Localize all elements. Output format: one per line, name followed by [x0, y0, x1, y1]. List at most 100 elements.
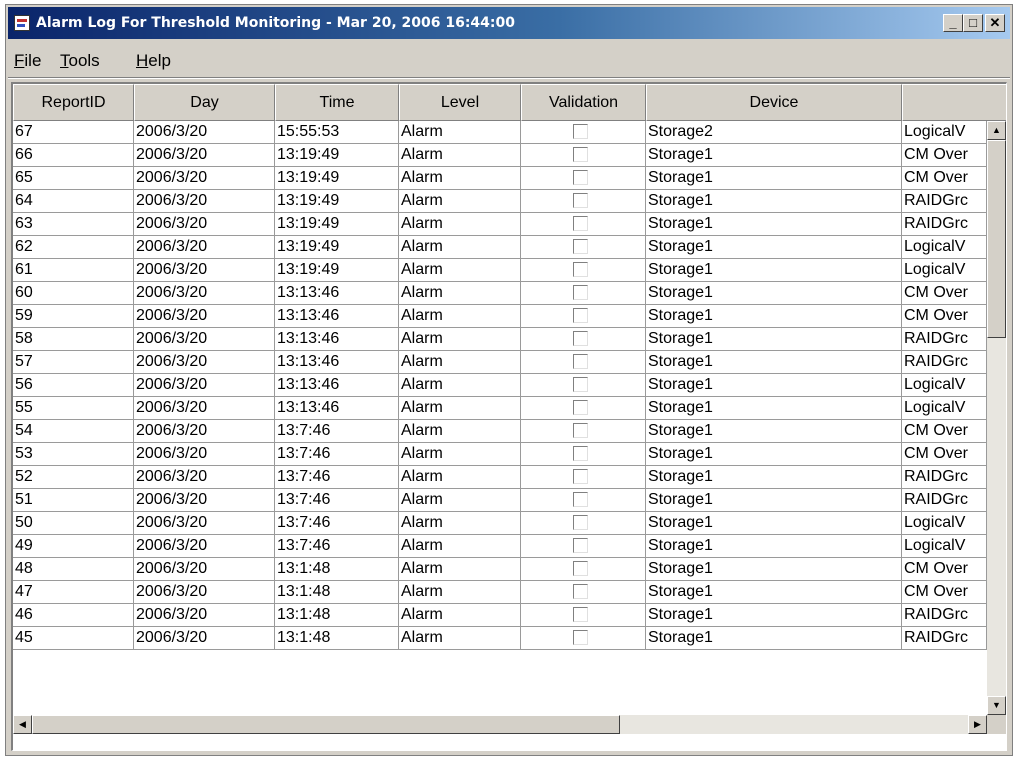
cell-validation [521, 282, 646, 305]
table-row[interactable]: 52 2006/3/20 13:7:46 Alarm Storage1 RAIDGrc [13, 466, 987, 489]
validation-checkbox[interactable] [573, 170, 588, 185]
title-bar[interactable]: Alarm Log For Threshold Monitoring - Mar… [8, 7, 1010, 39]
validation-checkbox[interactable] [573, 561, 588, 576]
validation-checkbox[interactable] [573, 285, 588, 300]
validation-checkbox[interactable] [573, 423, 588, 438]
table-row[interactable]: 45 2006/3/20 13:1:48 Alarm Storage1 RAIDGrc [13, 627, 987, 650]
menu-help[interactable]: Help [136, 51, 171, 71]
cell-report-id: 51 [13, 489, 134, 512]
table-row[interactable]: 56 2006/3/20 13:13:46 Alarm Storage1 LogicalV [13, 374, 987, 397]
scroll-right-button[interactable]: ▶ [968, 715, 987, 734]
validation-checkbox[interactable] [573, 216, 588, 231]
table-row[interactable]: 58 2006/3/20 13:13:46 Alarm Storage1 RAIDGrc [13, 328, 987, 351]
validation-checkbox[interactable] [573, 400, 588, 415]
column-header-day[interactable]: Day [134, 84, 275, 121]
table-row[interactable]: 49 2006/3/20 13:7:46 Alarm Storage1 LogicalV [13, 535, 987, 558]
cell-report-id: 46 [13, 604, 134, 627]
scroll-down-button[interactable]: ▼ [987, 696, 1006, 715]
cell-day: 2006/3/20 [134, 328, 275, 351]
table-row[interactable]: 61 2006/3/20 13:19:49 Alarm Storage1 LogicalV [13, 259, 987, 282]
cell-report-id: 58 [13, 328, 134, 351]
cell-extra: RAIDGrc [902, 489, 987, 512]
vertical-scrollbar[interactable]: ▲ ▼ [987, 121, 1006, 715]
cell-validation [521, 627, 646, 650]
cell-time: 13:19:49 [275, 190, 399, 213]
table-row[interactable]: 48 2006/3/20 13:1:48 Alarm Storage1 CM Over [13, 558, 987, 581]
scroll-up-button[interactable]: ▲ [987, 121, 1006, 140]
horizontal-scroll-thumb[interactable] [32, 715, 620, 734]
cell-report-id: 62 [13, 236, 134, 259]
cell-report-id: 57 [13, 351, 134, 374]
cell-validation [521, 374, 646, 397]
table-row[interactable]: 65 2006/3/20 13:19:49 Alarm Storage1 CM Over [13, 167, 987, 190]
column-header-device[interactable]: Device [646, 84, 902, 121]
cell-extra: RAIDGrc [902, 604, 987, 627]
validation-checkbox[interactable] [573, 331, 588, 346]
table-row[interactable]: 55 2006/3/20 13:13:46 Alarm Storage1 LogicalV [13, 397, 987, 420]
validation-checkbox[interactable] [573, 354, 588, 369]
cell-level: Alarm [399, 397, 521, 420]
column-header-validation[interactable]: Validation [521, 84, 646, 121]
table-row[interactable]: 59 2006/3/20 13:13:46 Alarm Storage1 CM Over [13, 305, 987, 328]
app-icon[interactable] [14, 15, 30, 31]
cell-time: 13:19:49 [275, 213, 399, 236]
table-row[interactable]: 64 2006/3/20 13:19:49 Alarm Storage1 RAIDGrc [13, 190, 987, 213]
table-row[interactable]: 66 2006/3/20 13:19:49 Alarm Storage1 CM Over [13, 144, 987, 167]
table-header: ReportID Day Time Level Validation Device [13, 84, 1006, 121]
cell-extra: RAIDGrc [902, 466, 987, 489]
cell-level: Alarm [399, 420, 521, 443]
table-row[interactable]: 60 2006/3/20 13:13:46 Alarm Storage1 CM Over [13, 282, 987, 305]
validation-checkbox[interactable] [573, 446, 588, 461]
minimize-button[interactable]: _ [943, 14, 963, 32]
table-row[interactable]: 53 2006/3/20 13:7:46 Alarm Storage1 CM Over [13, 443, 987, 466]
column-header-time[interactable]: Time [275, 84, 399, 121]
close-button[interactable]: ✕ [985, 14, 1005, 32]
validation-checkbox[interactable] [573, 239, 588, 254]
cell-day: 2006/3/20 [134, 259, 275, 282]
validation-checkbox[interactable] [573, 492, 588, 507]
table-row[interactable]: 62 2006/3/20 13:19:49 Alarm Storage1 LogicalV [13, 236, 987, 259]
cell-time: 13:19:49 [275, 167, 399, 190]
validation-checkbox[interactable] [573, 630, 588, 645]
cell-level: Alarm [399, 190, 521, 213]
cell-level: Alarm [399, 581, 521, 604]
validation-checkbox[interactable] [573, 607, 588, 622]
cell-day: 2006/3/20 [134, 374, 275, 397]
cell-extra: LogicalV [902, 512, 987, 535]
menu-file[interactable]: File [14, 51, 41, 71]
cell-validation [521, 121, 646, 144]
cell-extra: LogicalV [902, 397, 987, 420]
cell-extra: CM Over [902, 144, 987, 167]
cell-report-id: 60 [13, 282, 134, 305]
column-header-report-id[interactable]: ReportID [13, 84, 134, 121]
table-row[interactable]: 63 2006/3/20 13:19:49 Alarm Storage1 RAIDGrc [13, 213, 987, 236]
table-row[interactable]: 47 2006/3/20 13:1:48 Alarm Storage1 CM Over [13, 581, 987, 604]
table-row[interactable]: 51 2006/3/20 13:7:46 Alarm Storage1 RAIDGrc [13, 489, 987, 512]
cell-device: Storage1 [646, 535, 902, 558]
table-row[interactable]: 54 2006/3/20 13:7:46 Alarm Storage1 CM Over [13, 420, 987, 443]
validation-checkbox[interactable] [573, 262, 588, 277]
validation-checkbox[interactable] [573, 193, 588, 208]
maximize-button[interactable]: □ [963, 14, 983, 32]
validation-checkbox[interactable] [573, 308, 588, 323]
cell-level: Alarm [399, 443, 521, 466]
cell-day: 2006/3/20 [134, 397, 275, 420]
menu-tools[interactable]: Tools [60, 51, 100, 71]
table-row[interactable]: 67 2006/3/20 15:55:53 Alarm Storage2 LogicalV [13, 121, 987, 144]
validation-checkbox[interactable] [573, 538, 588, 553]
table-row[interactable]: 50 2006/3/20 13:7:46 Alarm Storage1 LogicalV [13, 512, 987, 535]
validation-checkbox[interactable] [573, 584, 588, 599]
vertical-scroll-thumb[interactable] [987, 140, 1006, 338]
scroll-left-button[interactable]: ◀ [13, 715, 32, 734]
cell-level: Alarm [399, 351, 521, 374]
horizontal-scrollbar[interactable]: ◀ ▶ [13, 715, 987, 734]
validation-checkbox[interactable] [573, 147, 588, 162]
validation-checkbox[interactable] [573, 469, 588, 484]
table-row[interactable]: 46 2006/3/20 13:1:48 Alarm Storage1 RAIDGrc [13, 604, 987, 627]
validation-checkbox[interactable] [573, 377, 588, 392]
column-header-extra[interactable] [902, 84, 1006, 121]
validation-checkbox[interactable] [573, 124, 588, 139]
table-row[interactable]: 57 2006/3/20 13:13:46 Alarm Storage1 RAIDGrc [13, 351, 987, 374]
column-header-level[interactable]: Level [399, 84, 521, 121]
validation-checkbox[interactable] [573, 515, 588, 530]
